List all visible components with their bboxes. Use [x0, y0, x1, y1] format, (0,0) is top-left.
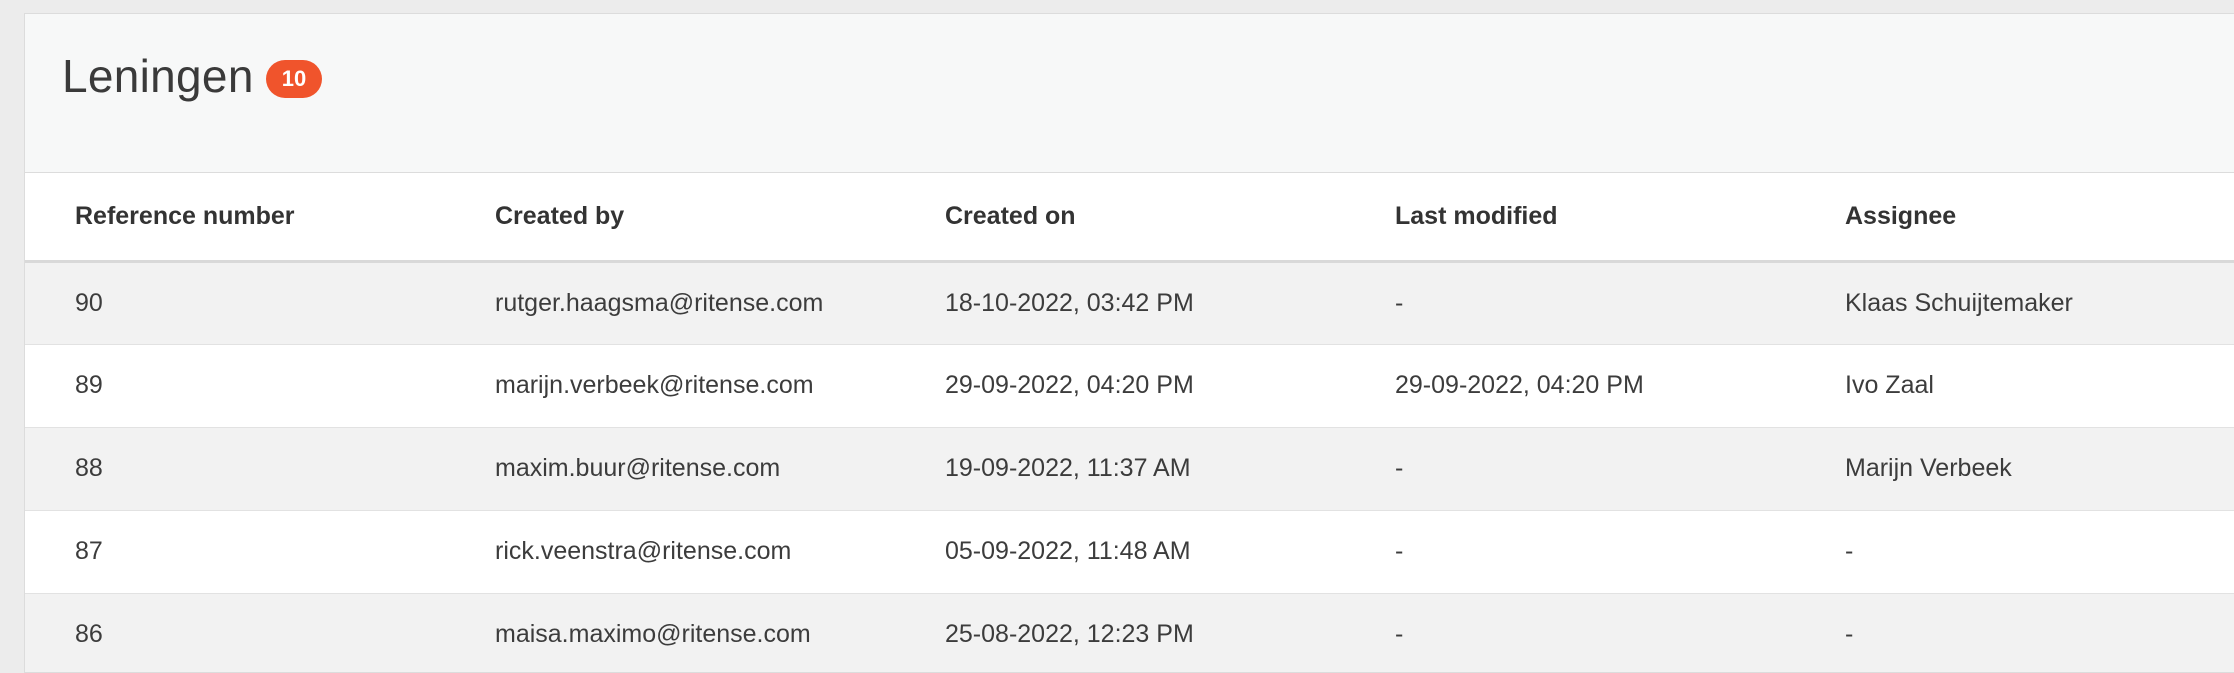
cell-last-modified: -	[1395, 620, 1404, 648]
cell-assignee: Marijn Verbeek	[1845, 454, 2012, 482]
cases-panel: Leningen 10 Reference number Created by …	[24, 13, 2234, 673]
column-header-created-by[interactable]: Created by	[445, 173, 895, 261]
cell-reference-number: 90	[75, 288, 103, 317]
cell-assignee: -	[1845, 620, 1854, 648]
cell-last-modified: -	[1395, 537, 1404, 565]
count-badge: 10	[266, 60, 322, 98]
column-header-last-modified[interactable]: Last modified	[1345, 173, 1795, 261]
cell-created-on: 19-09-2022, 11:37 AM	[945, 454, 1191, 482]
cell-assignee: -	[1845, 537, 1854, 565]
cell-reference-number: 87	[75, 537, 103, 565]
table-row[interactable]: 87 rick.veenstra@ritense.com 05-09-2022,…	[25, 510, 2234, 593]
cell-assignee: Klaas Schuijtemaker	[1845, 288, 2073, 317]
cell-assignee: Ivo Zaal	[1845, 371, 1934, 399]
table-row[interactable]: 88 maxim.buur@ritense.com 19-09-2022, 11…	[25, 427, 2234, 510]
cell-last-modified: -	[1395, 454, 1404, 482]
column-header-created-on[interactable]: Created on	[895, 173, 1345, 261]
column-header-reference-number[interactable]: Reference number	[25, 173, 445, 261]
cases-table: Reference number Created by Created on L…	[25, 173, 2234, 672]
cell-last-modified: 29-09-2022, 04:20 PM	[1395, 371, 1644, 399]
cell-created-on: 18-10-2022, 03:42 PM	[945, 288, 1194, 317]
panel-header: Leningen 10	[25, 14, 2234, 173]
cell-last-modified: -	[1395, 288, 1404, 317]
table-row[interactable]: 89 marijn.verbeek@ritense.com 29-09-2022…	[25, 344, 2234, 427]
table-header-row: Reference number Created by Created on L…	[25, 173, 2234, 261]
cell-created-on: 05-09-2022, 11:48 AM	[945, 537, 1191, 565]
table-row[interactable]: 86 maisa.maximo@ritense.com 25-08-2022, …	[25, 593, 2234, 672]
cell-created-by: marijn.verbeek@ritense.com	[495, 371, 814, 399]
cell-created-by: rick.veenstra@ritense.com	[495, 537, 792, 565]
cell-reference-number: 89	[75, 371, 103, 399]
column-header-assignee[interactable]: Assignee	[1795, 173, 2234, 261]
cell-created-on: 25-08-2022, 12:23 PM	[945, 620, 1194, 648]
cell-created-by: rutger.haagsma@ritense.com	[495, 288, 824, 317]
cell-created-by: maisa.maximo@ritense.com	[495, 620, 811, 648]
cell-created-on: 29-09-2022, 04:20 PM	[945, 371, 1194, 399]
cell-created-by: maxim.buur@ritense.com	[495, 454, 781, 482]
page-title: Leningen	[62, 50, 254, 102]
table-row[interactable]: 90 rutger.haagsma@ritense.com 18-10-2022…	[25, 261, 2234, 344]
cell-reference-number: 88	[75, 454, 103, 482]
cell-reference-number: 86	[75, 620, 103, 648]
